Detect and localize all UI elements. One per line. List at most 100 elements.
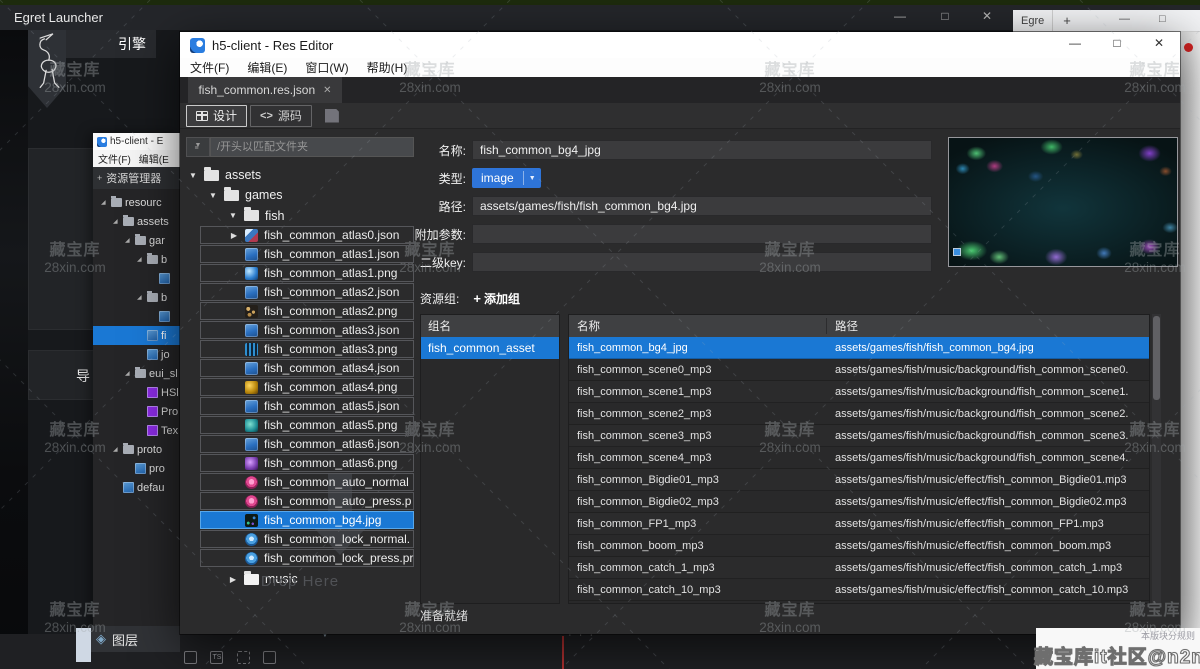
launcher-maximize-icon[interactable]: □ — [930, 9, 960, 23]
tree-file-item[interactable]: fish_common_lock_normal. — [200, 530, 414, 548]
browser-minimize-icon[interactable]: — — [1119, 13, 1130, 25]
tree-file-item[interactable]: fish_common_atlas4.json — [200, 359, 414, 377]
ts-file-icon[interactable] — [210, 651, 223, 664]
file-label: fish_common_atlas0.json — [264, 228, 399, 242]
wing-tree-item[interactable]: pro — [93, 459, 180, 478]
table-row[interactable]: fish_common_scene1_mp3 assets/games/fish… — [569, 381, 1149, 403]
wing-tree-item[interactable]: ◢ gar — [93, 231, 180, 250]
name-input[interactable] — [472, 140, 932, 160]
wing-tree-item[interactable]: ◢ proto — [93, 440, 180, 459]
file-label: fish_common_atlas1.png — [264, 266, 397, 280]
tree-file-item[interactable]: fish_common_atlas5.png — [200, 416, 414, 434]
resource-table: 名称 路径 fish_common_bg4_jpg assets/games/f… — [568, 314, 1150, 604]
tree-file-item[interactable]: fish_common_atlas5.json — [200, 397, 414, 415]
tree-file-item[interactable]: fish_common_atlas3.png — [200, 340, 414, 358]
tree-file-item[interactable]: fish_common_atlas4.png — [200, 378, 414, 396]
trash-icon[interactable] — [184, 651, 197, 664]
wing-tree-item[interactable]: fi — [93, 326, 180, 345]
tree-file-item[interactable]: fish_common_atlas1.png — [200, 264, 414, 282]
wing-tree-item[interactable]: ◢ b — [93, 250, 180, 269]
tree-file-item[interactable]: fish_common_atlas1.json — [200, 245, 414, 263]
tree-file-item[interactable]: fish_common_bg4.jpg — [200, 511, 414, 529]
table-row[interactable]: fish_common_scene3_mp3 assets/games/fish… — [569, 425, 1149, 447]
table-row[interactable]: fish_common_scene2_mp3 assets/games/fish… — [569, 403, 1149, 425]
collapse-icon[interactable]: ▼ — [228, 211, 238, 220]
wing-menu-file[interactable]: 文件(F) — [98, 151, 131, 166]
table-scrollbar[interactable] — [1152, 314, 1161, 604]
tree-file-item[interactable]: fish_common_atlas2.png — [200, 302, 414, 320]
params-input[interactable] — [472, 224, 932, 244]
file-label: fish_common_atlas6.png — [264, 456, 397, 470]
tab-fish-common-res-json[interactable]: fish_common.res.json ✕ — [188, 77, 342, 103]
path-input[interactable] — [472, 196, 932, 216]
tree-file-item[interactable]: fish_common_atlas6.json — [200, 435, 414, 453]
design-mode-button[interactable]: 设计 — [186, 105, 247, 127]
wing-tree-item[interactable]: ◢ b — [93, 288, 180, 307]
tab-close-icon[interactable]: ✕ — [323, 85, 331, 96]
tree-file-item[interactable]: fish_common_atlas2.json — [200, 283, 414, 301]
wing-tree-item[interactable]: Pro — [93, 402, 180, 421]
table-row[interactable]: fish_common_catch_1_mp3 assets/games/fis… — [569, 557, 1149, 579]
collapse-icon[interactable]: ▼ — [208, 191, 218, 200]
new-tab-icon[interactable]: + — [1053, 13, 1081, 28]
wing-tree-item[interactable]: jo — [93, 345, 180, 364]
wing-tree-item-label: gar — [149, 235, 165, 247]
tree-file-item[interactable]: fish_common_atlas6.png — [200, 454, 414, 472]
wing-tree-item[interactable]: Tex — [93, 421, 180, 440]
group-item[interactable]: fish_common_asset — [421, 337, 559, 359]
res-maximize-icon[interactable]: □ — [1100, 36, 1134, 50]
res-minimize-icon[interactable]: — — [1058, 36, 1092, 50]
wing-tree-item[interactable] — [93, 269, 180, 288]
wing-tree-item[interactable]: ◢ assets — [93, 212, 180, 231]
wing-tree-item[interactable]: HSl — [93, 383, 180, 402]
wing-tree-item[interactable]: ◢ eui_sl — [93, 364, 180, 383]
tree-file-item[interactable]: fish_common_auto_normal — [200, 473, 414, 491]
tree-file-item[interactable]: ▶ fish_common_atlas0.json — [200, 226, 414, 244]
table-row[interactable]: fish_common_scene0_mp3 assets/games/fish… — [569, 359, 1149, 381]
browser-maximize-icon[interactable]: □ — [1159, 13, 1166, 25]
launcher-close-icon[interactable]: ✕ — [972, 9, 1002, 23]
tree-file-item[interactable]: fish_common_lock_press.pr — [200, 549, 414, 567]
table-row[interactable]: fish_common_FP1_mp3 assets/games/fish/mu… — [569, 513, 1149, 535]
frame-select-icon[interactable] — [237, 651, 250, 664]
res-close-icon[interactable]: ✕ — [1142, 36, 1176, 50]
scrollbar-thumb[interactable] — [1153, 316, 1160, 400]
table-row[interactable]: fish_common_Bigdie01_mp3 assets/games/fi… — [569, 469, 1149, 491]
wing-tree-item-label: pro — [149, 463, 165, 475]
add-group-button[interactable]: + 添加组 — [473, 290, 520, 307]
tree-file-item[interactable]: fish_common_atlas3.json — [200, 321, 414, 339]
launcher-minimize-icon[interactable]: — — [885, 9, 915, 23]
add-group-label: 添加组 — [484, 290, 520, 307]
menu-help[interactable]: 帮助(H) — [367, 59, 408, 76]
launcher-import-card[interactable]: 导 — [28, 350, 94, 400]
menu-edit[interactable]: 编辑(E) — [247, 59, 287, 76]
cell-name: fish_common_Bigdie02_mp3 — [569, 496, 827, 508]
table-row[interactable]: fish_common_catch_10_mp3 assets/games/fi… — [569, 579, 1149, 601]
subkey-input[interactable] — [472, 252, 932, 272]
layers-panel-header[interactable]: ◈ 图层 — [88, 626, 180, 652]
tree-file-item[interactable]: fish_common_auto_press.p — [200, 492, 414, 510]
menu-file[interactable]: 文件(F) — [190, 59, 229, 76]
res-toolbar: 设计 <> 源码 — [180, 103, 1180, 129]
type-dropdown[interactable]: image ▼ — [472, 168, 541, 188]
wing-menu-edit[interactable]: 编辑(E — [139, 151, 169, 166]
wing-tree-item[interactable]: ◢ resourc — [93, 193, 180, 212]
cursor-line — [562, 636, 564, 669]
file-label: fish_common_auto_press.p — [264, 494, 411, 508]
menu-window[interactable]: 窗口(W) — [305, 59, 348, 76]
collapse-icon[interactable]: ▼ — [188, 171, 198, 180]
cell-path: assets/games/fish/fish_common_bg4.jpg — [827, 342, 1149, 354]
wing-tree-item[interactable] — [93, 307, 180, 326]
transform-icon[interactable] — [263, 651, 276, 664]
tab-engine[interactable]: 引擎 — [66, 30, 156, 58]
file-type-icon — [147, 293, 158, 302]
save-icon[interactable] — [325, 109, 339, 123]
table-row[interactable]: fish_common_boom_mp3 assets/games/fish/m… — [569, 535, 1149, 557]
source-mode-button[interactable]: <> 源码 — [250, 105, 312, 127]
table-row[interactable]: fish_common_bg4_jpg assets/games/fish/fi… — [569, 337, 1149, 359]
chevron-down-icon[interactable]: ▼ — [524, 175, 541, 182]
table-row[interactable]: fish_common_scene4_mp3 assets/games/fish… — [569, 447, 1149, 469]
table-row[interactable]: fish_common_Bigdie02_mp3 assets/games/fi… — [569, 491, 1149, 513]
browser-tab[interactable]: Egre — [1013, 10, 1053, 31]
wing-tree-item[interactable]: defau — [93, 478, 180, 497]
